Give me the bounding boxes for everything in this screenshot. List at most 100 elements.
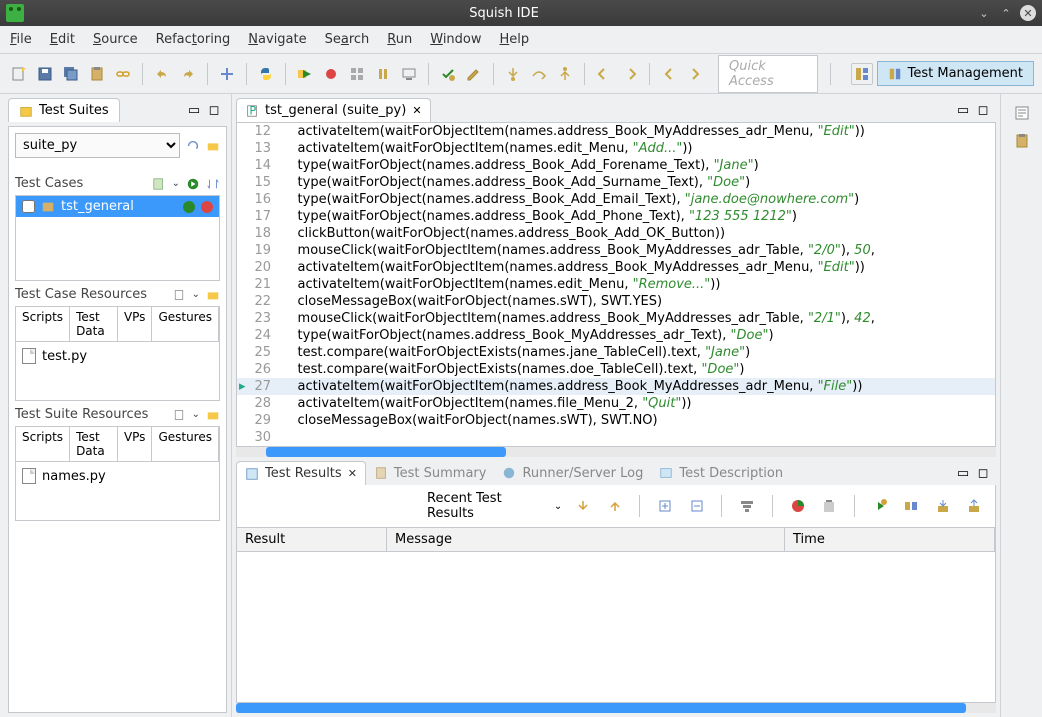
col-time[interactable]: Time bbox=[785, 528, 995, 551]
code-line[interactable]: 13 activateItem(waitForObjectItem(names.… bbox=[237, 140, 995, 157]
view-minimize-icon[interactable]: ▭ bbox=[187, 103, 201, 117]
maximize-button[interactable]: ⌃ bbox=[998, 5, 1014, 21]
record-icon[interactable] bbox=[320, 63, 342, 85]
clipboard-icon[interactable] bbox=[86, 63, 108, 85]
pause-icon[interactable] bbox=[372, 63, 394, 85]
code-line[interactable]: 27 activateItem(waitForObjectItem(names.… bbox=[237, 378, 995, 395]
test-case-checkbox[interactable] bbox=[22, 200, 35, 213]
suite-select[interactable]: suite_py bbox=[15, 133, 180, 158]
export-icon[interactable] bbox=[963, 495, 985, 517]
test-cases-list[interactable]: tst_general bbox=[15, 195, 220, 281]
menu-edit[interactable]: Edit bbox=[50, 32, 75, 47]
code-line[interactable]: 15 type(waitForObject(names.address_Book… bbox=[237, 174, 995, 191]
tab-gestures[interactable]: Gestures bbox=[152, 427, 219, 461]
run-all-icon[interactable] bbox=[186, 177, 200, 191]
run-test-icon[interactable] bbox=[183, 201, 195, 213]
python-icon[interactable] bbox=[255, 63, 277, 85]
open-perspective-button[interactable] bbox=[851, 63, 873, 85]
code-line[interactable]: 26 test.compare(waitForObjectExists(name… bbox=[237, 361, 995, 378]
record-test-icon[interactable] bbox=[201, 201, 213, 213]
tab-vps[interactable]: VPs bbox=[118, 427, 153, 461]
quick-access-input[interactable]: Quick Access bbox=[718, 55, 818, 93]
code-line[interactable]: 29 closeMessageBox(waitForObject(names.s… bbox=[237, 412, 995, 429]
compare-icon[interactable] bbox=[900, 495, 922, 517]
save-icon[interactable] bbox=[34, 63, 56, 85]
step-over-icon[interactable] bbox=[528, 63, 550, 85]
collapse-all-icon[interactable] bbox=[686, 495, 708, 517]
tab-vps[interactable]: VPs bbox=[118, 307, 153, 341]
tab-gestures[interactable]: Gestures bbox=[152, 307, 219, 341]
forward-icon[interactable] bbox=[684, 63, 706, 85]
coverage-icon[interactable] bbox=[787, 495, 809, 517]
code-line[interactable]: 30 bbox=[237, 429, 995, 446]
filter-icon[interactable] bbox=[736, 495, 758, 517]
close-tab-icon[interactable]: ✕ bbox=[348, 467, 357, 480]
menu-refactoring[interactable]: Refactoring bbox=[156, 32, 231, 47]
editor-maximize-icon[interactable]: ◻ bbox=[976, 103, 990, 117]
code-line[interactable]: 19 mouseClick(waitForObjectItem(names.ad… bbox=[237, 242, 995, 259]
prev-result-icon[interactable] bbox=[604, 495, 626, 517]
code-line[interactable]: 20 activateItem(waitForObjectItem(names.… bbox=[237, 259, 995, 276]
results-horizontal-scrollbar[interactable] bbox=[236, 703, 996, 713]
minimize-button[interactable]: ⌄ bbox=[976, 5, 992, 21]
dropdown-icon[interactable]: ⌄ bbox=[172, 178, 180, 189]
next-annotation-icon[interactable] bbox=[619, 63, 641, 85]
run-icon[interactable] bbox=[294, 63, 316, 85]
editor-minimize-icon[interactable]: ▭ bbox=[956, 103, 970, 117]
toggle-breakpoint-icon[interactable] bbox=[216, 63, 238, 85]
code-line[interactable]: 18 clickButton(waitForObject(names.addre… bbox=[237, 225, 995, 242]
results-grid[interactable] bbox=[236, 551, 996, 703]
sort-icon[interactable] bbox=[206, 177, 220, 191]
tab-test-data[interactable]: Test Data bbox=[70, 307, 118, 341]
step-return-icon[interactable] bbox=[554, 63, 576, 85]
tab-test-description[interactable]: Test Description bbox=[651, 462, 791, 485]
code-line[interactable]: 16 type(waitForObject(names.address_Book… bbox=[237, 191, 995, 208]
col-result[interactable]: Result bbox=[237, 528, 387, 551]
code-line[interactable]: 22 closeMessageBox(waitForObject(names.s… bbox=[237, 293, 995, 310]
new-resource-icon[interactable] bbox=[172, 288, 186, 302]
tab-test-summary[interactable]: Test Summary bbox=[366, 462, 495, 485]
tab-scripts[interactable]: Scripts bbox=[16, 427, 70, 461]
remote-icon[interactable] bbox=[398, 63, 420, 85]
editor-tab[interactable]: P tst_general (suite_py) ✕ bbox=[236, 98, 431, 122]
view-maximize-icon[interactable]: ◻ bbox=[207, 103, 221, 117]
import-icon[interactable] bbox=[932, 495, 954, 517]
menu-source[interactable]: Source bbox=[93, 32, 138, 47]
menu-window[interactable]: Window bbox=[430, 32, 481, 47]
test-suite-files[interactable]: names.py bbox=[15, 461, 220, 521]
back-icon[interactable] bbox=[658, 63, 680, 85]
tab-test-results[interactable]: Test Results ✕ bbox=[236, 461, 366, 485]
outline-icon[interactable] bbox=[1011, 102, 1033, 124]
tab-runner-log[interactable]: Runner/Server Log bbox=[494, 462, 651, 485]
code-editor[interactable]: 12 activateItem(waitForObjectItem(names.… bbox=[236, 122, 996, 447]
verify-icon[interactable] bbox=[437, 63, 459, 85]
clipboard-stack-icon[interactable] bbox=[1011, 130, 1033, 152]
code-line[interactable]: 14 type(waitForObject(names.address_Book… bbox=[237, 157, 995, 174]
link-icon[interactable] bbox=[112, 63, 134, 85]
step-into-icon[interactable] bbox=[502, 63, 524, 85]
file-item[interactable]: test.py bbox=[20, 346, 215, 366]
perspective-test-management[interactable]: Test Management bbox=[877, 61, 1034, 86]
new-suite-icon[interactable] bbox=[8, 63, 30, 85]
edit-icon[interactable] bbox=[463, 63, 485, 85]
close-button[interactable]: ✕ bbox=[1020, 5, 1036, 21]
dropdown-icon[interactable]: ⌄ bbox=[554, 501, 562, 512]
close-tab-icon[interactable]: ✕ bbox=[412, 104, 421, 117]
editor-horizontal-scrollbar[interactable] bbox=[236, 447, 996, 457]
menu-run[interactable]: Run bbox=[387, 32, 412, 47]
code-line[interactable]: 17 type(waitForObject(names.address_Book… bbox=[237, 208, 995, 225]
code-line[interactable]: 21 activateItem(waitForObjectItem(names.… bbox=[237, 276, 995, 293]
results-minimize-icon[interactable]: ▭ bbox=[956, 466, 970, 480]
undo-icon[interactable] bbox=[151, 63, 173, 85]
menu-search[interactable]: Search bbox=[325, 32, 370, 47]
menu-navigate[interactable]: Navigate bbox=[248, 32, 306, 47]
menu-help[interactable]: Help bbox=[500, 32, 530, 47]
code-line[interactable]: 23 mouseClick(waitForObjectItem(names.ad… bbox=[237, 310, 995, 327]
code-line[interactable]: 28 activateItem(waitForObjectItem(names.… bbox=[237, 395, 995, 412]
dropdown-icon[interactable]: ⌄ bbox=[192, 409, 200, 420]
prev-annotation-icon[interactable] bbox=[593, 63, 615, 85]
dropdown-icon[interactable]: ⌄ bbox=[192, 289, 200, 300]
new-test-case-icon[interactable] bbox=[152, 177, 166, 191]
test-case-files[interactable]: test.py bbox=[15, 341, 220, 401]
new-suite-resource-icon[interactable] bbox=[172, 408, 186, 422]
